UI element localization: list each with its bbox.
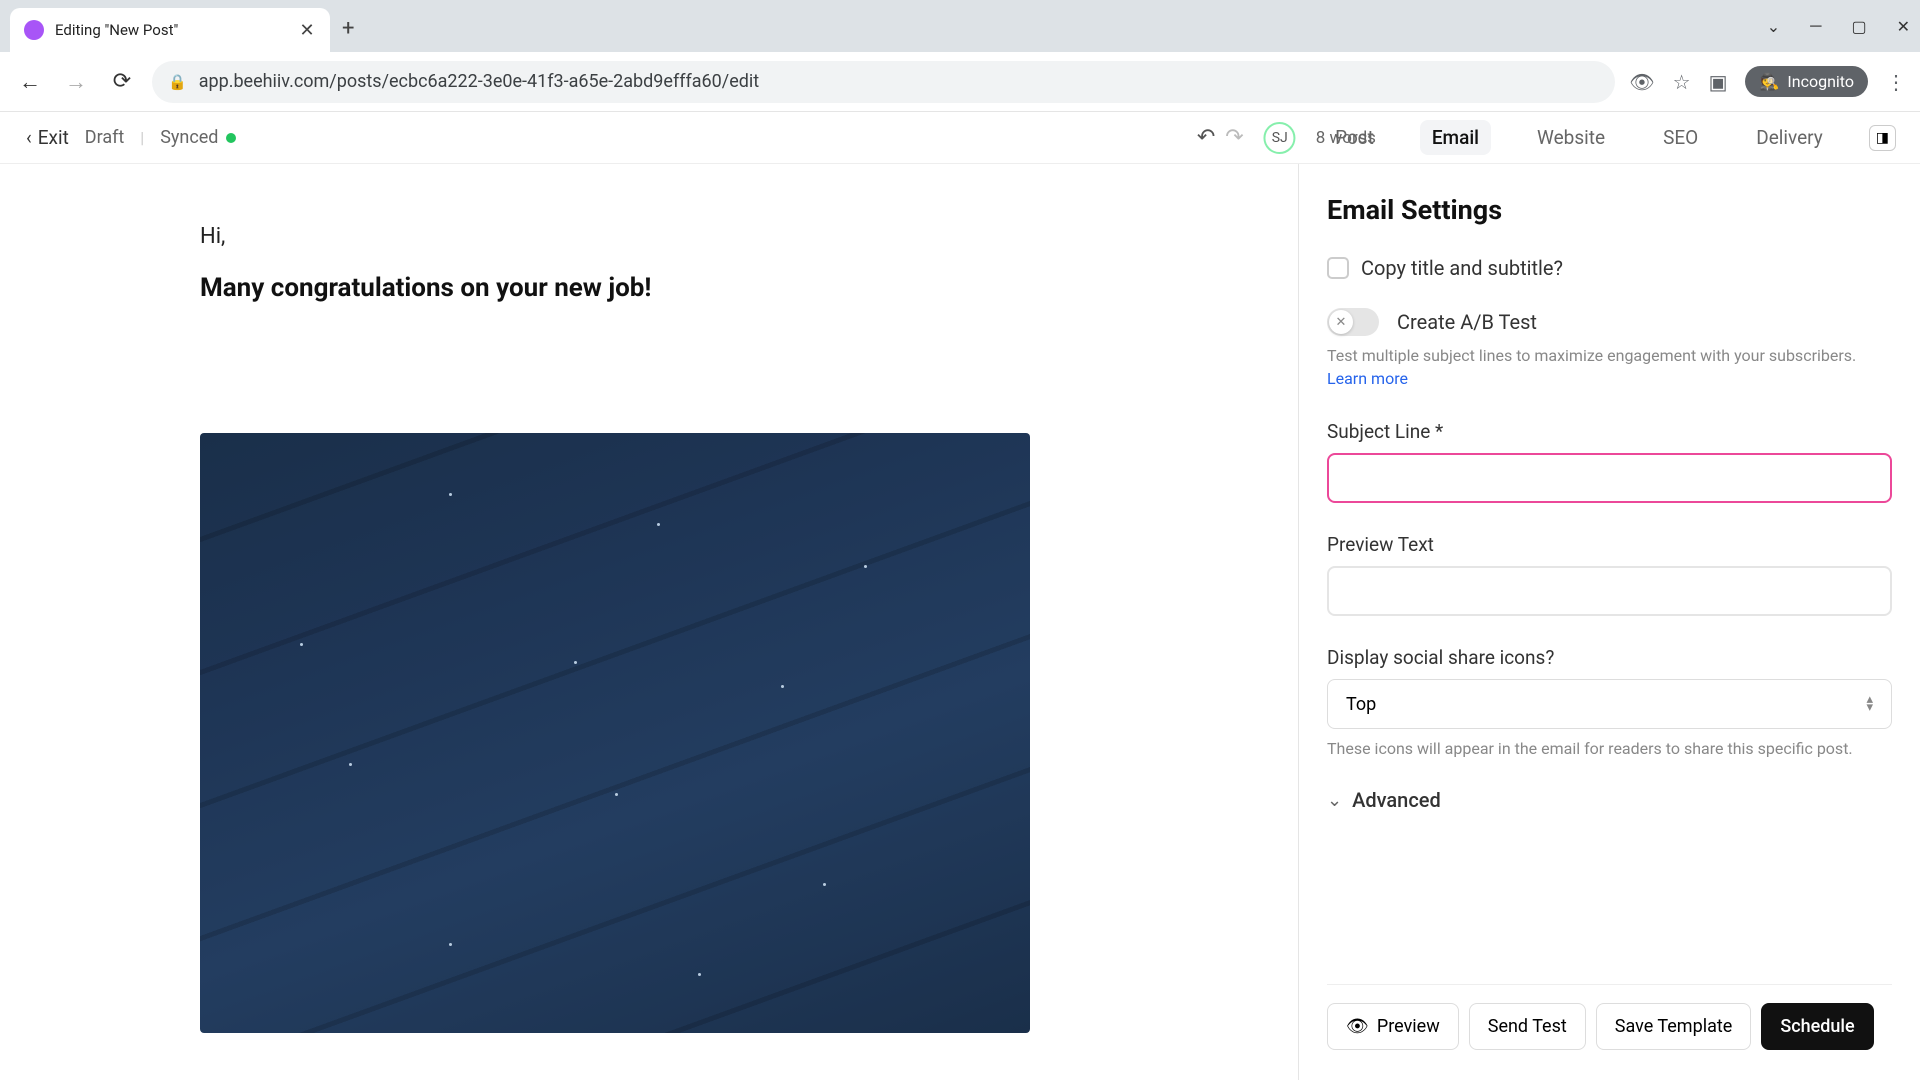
- social-icons-label: Display social share icons?: [1327, 646, 1892, 669]
- chevron-left-icon: ‹: [26, 126, 32, 149]
- sync-status: Synced: [160, 127, 236, 148]
- bookmark-icon[interactable]: ☆: [1673, 70, 1691, 94]
- close-icon[interactable]: ✕: [298, 21, 316, 39]
- tab-post[interactable]: Post: [1323, 120, 1386, 155]
- social-icons-select[interactable]: Top ▴▾: [1327, 679, 1892, 729]
- editor-area[interactable]: Hi, Many congratulations on your new job…: [0, 164, 1298, 1080]
- reload-button[interactable]: ⟳: [106, 66, 138, 98]
- tab-seo[interactable]: SEO: [1651, 120, 1710, 155]
- url-input[interactable]: 🔒 app.beehiiv.com/posts/ecbc6a222-3e0e-4…: [152, 61, 1615, 103]
- social-icons-desc: These icons will appear in the email for…: [1327, 739, 1892, 758]
- ab-test-desc: Test multiple subject lines to maximize …: [1327, 346, 1892, 365]
- panel-title: Email Settings: [1327, 194, 1892, 226]
- toggle-knob: ✕: [1329, 310, 1353, 334]
- menu-icon[interactable]: ⋮: [1886, 70, 1906, 94]
- draft-status: Draft: [85, 127, 125, 148]
- save-template-button[interactable]: Save Template: [1596, 1003, 1752, 1050]
- incognito-icon: 🕵: [1759, 72, 1779, 91]
- tab-title: Editing "New Post": [55, 21, 287, 39]
- panel-footer: 👁 Preview Send Test Save Template Schedu…: [1327, 984, 1892, 1050]
- browser-tab-strip: Editing "New Post" ✕ + ⌄ ─ ▢ ✕: [0, 0, 1920, 52]
- address-bar: ← → ⟳ 🔒 app.beehiiv.com/posts/ecbc6a222-…: [0, 52, 1920, 112]
- forward-button[interactable]: →: [60, 66, 92, 98]
- extensions-icon[interactable]: ▣: [1709, 70, 1728, 94]
- app-header: ‹ Exit Draft | Synced ↶ ↷ SJ 8 words Pos…: [0, 112, 1920, 164]
- incognito-badge[interactable]: 🕵 Incognito: [1745, 66, 1868, 97]
- preview-text-input[interactable]: [1327, 566, 1892, 616]
- maximize-icon[interactable]: ▢: [1851, 17, 1866, 36]
- sync-dot-icon: [226, 133, 236, 143]
- email-settings-panel: Email Settings Copy title and subtitle? …: [1298, 164, 1920, 1080]
- schedule-button[interactable]: Schedule: [1761, 1003, 1873, 1050]
- select-arrows-icon: ▴▾: [1866, 696, 1873, 712]
- lock-icon: 🔒: [168, 73, 187, 91]
- learn-more-link[interactable]: Learn more: [1327, 369, 1408, 388]
- editor-heading[interactable]: Many congratulations on your new job!: [200, 273, 1098, 303]
- tab-email[interactable]: Email: [1420, 120, 1491, 155]
- ab-test-toggle[interactable]: ✕: [1327, 308, 1379, 336]
- panel-toggle-icon[interactable]: ◨: [1869, 125, 1896, 151]
- url-text: app.beehiiv.com/posts/ecbc6a222-3e0e-41f…: [199, 71, 759, 92]
- preview-text-label: Preview Text: [1327, 533, 1892, 556]
- redo-button[interactable]: ↷: [1225, 125, 1243, 150]
- copy-title-checkbox[interactable]: [1327, 257, 1349, 279]
- editor-image[interactable]: [200, 433, 1030, 1033]
- new-tab-button[interactable]: +: [342, 16, 354, 41]
- subject-line-label: Subject Line *: [1327, 420, 1892, 443]
- favicon-icon: [24, 20, 44, 40]
- preview-button[interactable]: 👁 Preview: [1327, 1003, 1459, 1050]
- ab-test-label: Create A/B Test: [1397, 310, 1537, 334]
- eye-off-icon[interactable]: 👁: [1629, 70, 1654, 94]
- tabs-dropdown-icon[interactable]: ⌄: [1767, 17, 1780, 36]
- back-button[interactable]: ←: [14, 66, 46, 98]
- subject-line-input[interactable]: [1327, 453, 1892, 503]
- send-test-button[interactable]: Send Test: [1469, 1003, 1586, 1050]
- avatar[interactable]: SJ: [1264, 122, 1296, 154]
- chevron-down-icon: ⌄: [1327, 790, 1342, 811]
- eye-icon: 👁: [1346, 1016, 1369, 1037]
- editor-paragraph[interactable]: Hi,: [200, 224, 1098, 249]
- undo-button[interactable]: ↶: [1197, 125, 1215, 150]
- exit-button[interactable]: ‹ Exit: [26, 126, 69, 149]
- copy-title-label: Copy title and subtitle?: [1361, 256, 1563, 280]
- tab-delivery[interactable]: Delivery: [1744, 120, 1835, 155]
- browser-tab[interactable]: Editing "New Post" ✕: [10, 8, 330, 52]
- window-controls: ⌄ ─ ▢ ✕: [1767, 0, 1910, 52]
- advanced-toggle[interactable]: ⌄ Advanced: [1327, 788, 1892, 812]
- minimize-icon[interactable]: ─: [1810, 16, 1821, 36]
- tab-website[interactable]: Website: [1525, 120, 1617, 155]
- close-window-icon[interactable]: ✕: [1897, 17, 1910, 36]
